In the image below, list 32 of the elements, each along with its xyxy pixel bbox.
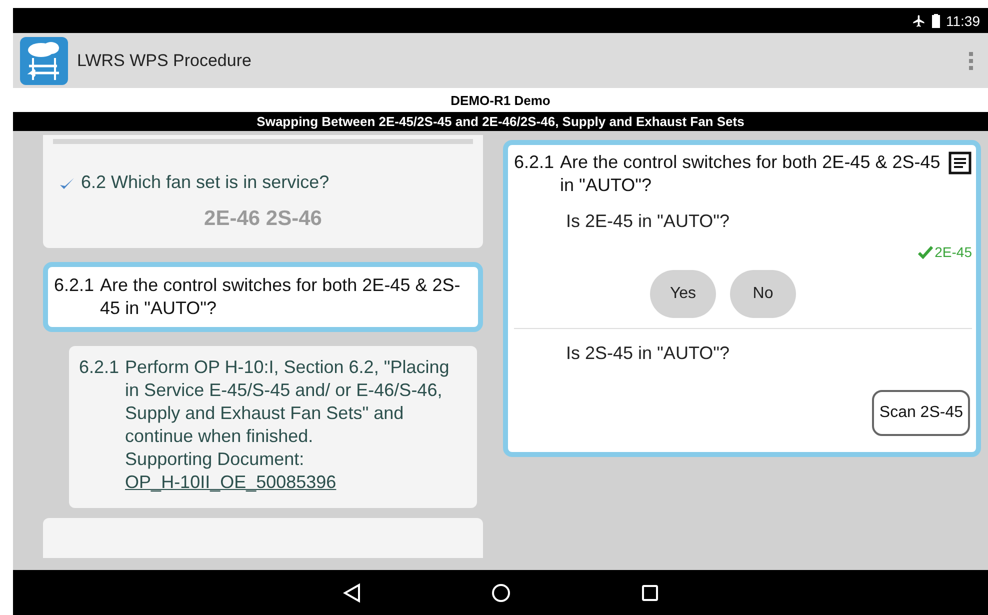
section-title: Swapping Between 2E-45/2S-45 and 2E-46/2S-46, Supply and Exhaust Fan Sets xyxy=(256,114,744,129)
step-question: Are the control switches for both 2E-45 & 2S-45 in "AUTO"? xyxy=(100,274,462,320)
instruction-step-card[interactable]: 6.2.1 Perform OP H-10:I, Section 6.2, "Placing in Service E-45/S-45 and/ or E-46/S-46, Supply and Exhaust Fan Sets" and continue when finished. Supporting Document: OP_H-10II_OE_50085396 xyxy=(69,346,477,508)
step-number: 6.2.1 xyxy=(54,274,94,297)
check-icon xyxy=(918,246,933,259)
recents-icon[interactable] xyxy=(640,584,658,602)
home-icon[interactable] xyxy=(490,582,510,602)
app-logo xyxy=(19,36,69,86)
back-icon[interactable] xyxy=(342,582,360,602)
confirmed-tag: 2E-45 xyxy=(918,244,972,260)
document-label: Supporting Document: xyxy=(125,448,306,472)
check-question: Is 2S-45 in "AUTO"? xyxy=(565,343,731,364)
step-number: 6.2.1 xyxy=(514,151,554,174)
step-answer: 2E-46 2S-46 xyxy=(204,207,322,231)
check-question: Is 2E-45 in "AUTO"? xyxy=(565,211,731,232)
answered-step-card[interactable]: 6.2 Which fan set is in service? 2E-46 2S-46 xyxy=(43,135,483,248)
battery-icon xyxy=(932,14,940,28)
document-link[interactable]: OP_H-10II_OE_50085396 xyxy=(125,472,336,492)
answer-button[interactable]: Yes xyxy=(650,270,716,318)
clock: 11:39 xyxy=(946,12,980,28)
notes-icon[interactable] xyxy=(948,151,972,175)
app-title: LWRS WPS Procedure xyxy=(77,50,252,70)
step-question: 6.2 Which fan set is in service? xyxy=(81,172,330,193)
question-step-card[interactable]: 6.2.1 Are the control switches for both 2E-45 & 2S-45 in "AUTO"? xyxy=(43,262,483,332)
check-icon xyxy=(59,176,75,190)
answer-button[interactable]: No xyxy=(730,270,796,318)
step-question: Are the control switches for both 2E-45 & 2S-45 in "AUTO"? xyxy=(560,151,942,198)
step-instruction: Perform OP H-10:I, Section 6.2, "Placing in Service E-45/S-45 and/ or E-46/S-46, Supply and Exhaust Fan Sets" and continue when finished. xyxy=(125,356,450,448)
scan-button[interactable]: Scan 2S-45 xyxy=(872,390,970,436)
overflow-menu-icon[interactable] xyxy=(968,50,974,70)
step-number: 6.2.1 xyxy=(79,356,120,380)
procedure-name: DEMO-R1 Demo xyxy=(450,92,550,108)
